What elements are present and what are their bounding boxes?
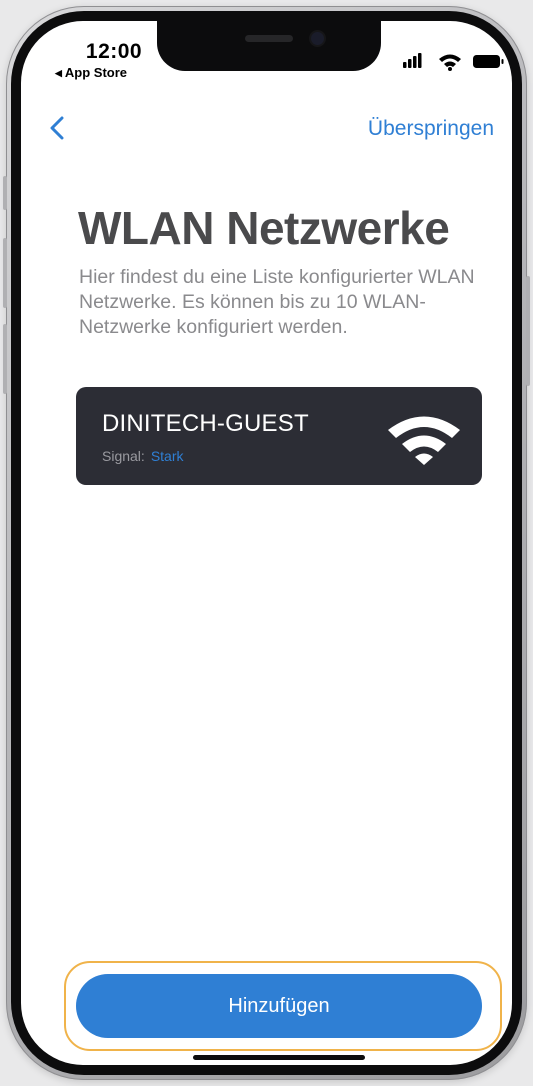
home-indicator[interactable] — [193, 1055, 365, 1060]
phone-frame: 12:00 ◀ App Store Überspringen WLAN Netz… — [3, 6, 530, 1080]
back-app-label: App Store — [64, 65, 128, 80]
wifi-icon — [439, 54, 461, 71]
back-triangle-icon: ◀ — [55, 68, 62, 78]
chevron-left-icon — [50, 116, 64, 140]
back-to-app-store-link[interactable]: ◀ App Store — [55, 65, 127, 80]
power-button — [526, 276, 530, 386]
notch — [157, 21, 381, 71]
wifi-strong-icon — [388, 416, 460, 465]
network-signal: Signal: Stark — [102, 448, 184, 464]
front-camera — [311, 32, 324, 45]
skip-button[interactable]: Überspringen — [368, 117, 494, 141]
silent-switch — [3, 176, 7, 210]
add-network-button[interactable]: Hinzufügen — [76, 974, 482, 1038]
battery-icon — [473, 55, 504, 68]
earpiece-speaker — [245, 35, 293, 42]
status-icons — [403, 51, 512, 71]
page-title: WLAN Netzwerke — [78, 202, 450, 254]
cellular-signal-icon — [403, 53, 422, 68]
signal-strength-value: Stark — [150, 448, 184, 464]
volume-up-button — [3, 238, 7, 308]
status-time: 12:00 — [85, 40, 143, 63]
page-description: Hier findest du eine Liste konfigurierte… — [79, 266, 475, 338]
screen: 12:00 ◀ App Store Überspringen WLAN Netz… — [21, 21, 512, 1065]
phone-bezel: 12:00 ◀ App Store Überspringen WLAN Netz… — [11, 11, 522, 1075]
back-button[interactable] — [47, 113, 69, 143]
volume-down-button — [3, 324, 7, 394]
signal-label: Signal: — [102, 448, 145, 464]
network-ssid: DINITECH-GUEST — [102, 410, 309, 437]
network-list-item[interactable]: DINITECH-GUEST Signal: Stark — [76, 387, 482, 485]
